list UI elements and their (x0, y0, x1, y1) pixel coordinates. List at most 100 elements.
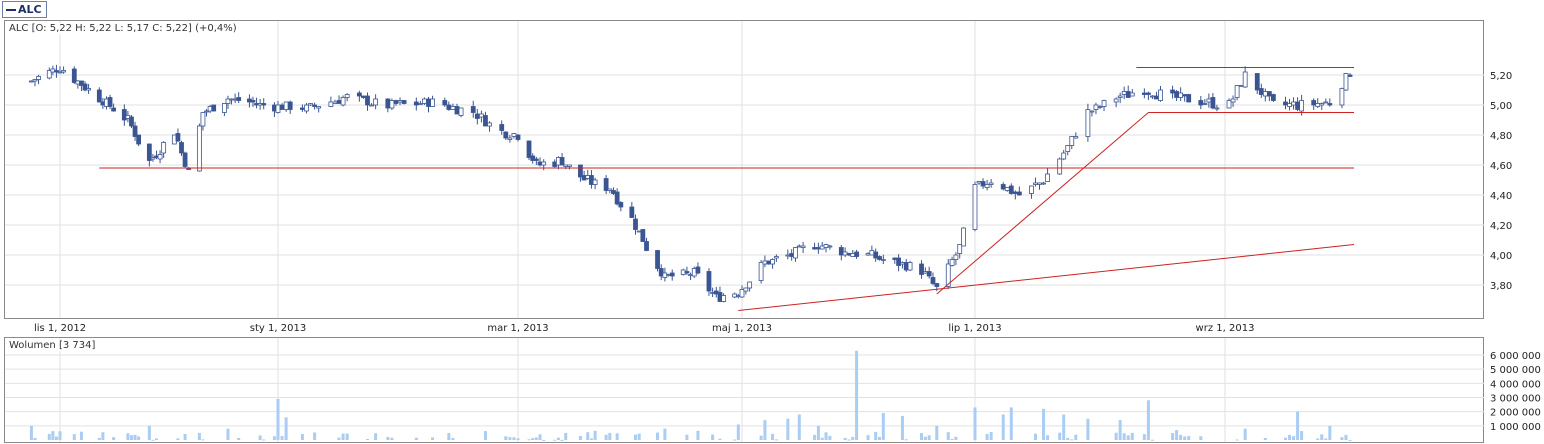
volume-bar (874, 431, 878, 440)
volume-bar (258, 435, 262, 440)
volume-bar (774, 439, 778, 441)
volume-bar (112, 437, 116, 440)
volume-bar (1292, 436, 1296, 440)
volume-bar (1009, 407, 1013, 440)
volume-bar (97, 437, 101, 440)
volume-bar (973, 407, 977, 440)
volume-bar (920, 433, 924, 440)
volume-bar (447, 433, 451, 440)
volume-bar (1344, 434, 1348, 440)
volume-bar (341, 433, 345, 440)
volume-bar (1118, 420, 1122, 440)
volume-bar (508, 437, 512, 440)
volume-bar (1300, 430, 1304, 440)
volume-bar (771, 433, 775, 440)
volume-bar (1175, 430, 1179, 440)
volume-bar (1114, 432, 1118, 440)
volume-bar (29, 425, 33, 440)
volume-y-tick-label: 6 000 000 (1490, 351, 1541, 362)
volume-bar (1199, 436, 1203, 440)
volume-bar (1142, 434, 1146, 440)
volume-bar (542, 439, 546, 441)
volume-bar (954, 436, 958, 440)
volume-bar (556, 437, 560, 440)
volume-bar (608, 432, 612, 440)
volume-bar (578, 435, 582, 440)
volume-bar (504, 436, 508, 440)
volume-bar (345, 433, 349, 440)
volume-bar (586, 432, 590, 440)
volume-bar (1235, 439, 1239, 441)
volume-bar (201, 439, 205, 441)
volume-bar (280, 436, 284, 440)
volume-bar (284, 417, 288, 440)
volume-bar (1001, 414, 1005, 440)
volume-bar (634, 434, 638, 440)
volume-bar (276, 398, 280, 440)
volume-bar (1340, 437, 1344, 440)
volume-bar (262, 439, 266, 441)
volume-bar (1033, 433, 1037, 440)
volume-bar (1243, 428, 1247, 440)
volume-bar (129, 435, 133, 440)
volume-bar (604, 434, 608, 440)
volume-bar (337, 437, 341, 440)
volume-bar (51, 431, 55, 440)
volume-bar (512, 437, 516, 440)
volume-bar (197, 432, 201, 440)
volume-bar (927, 435, 931, 440)
volume-y-tick-label: 5 000 000 (1490, 365, 1541, 376)
volume-chart: 1 000 000 2 000 000 3 000 000 4 000 000 5 00… (5, 338, 1541, 442)
volume-bar (1187, 436, 1191, 440)
volume-bar (946, 432, 950, 440)
volume-bar (985, 433, 989, 440)
volume-bar (183, 433, 187, 440)
volume-bar (855, 350, 859, 440)
volume-bar (820, 437, 824, 440)
volume-bar (58, 431, 62, 440)
volume-bar (1122, 433, 1126, 440)
volume-bar (133, 434, 137, 440)
volume-bar (718, 438, 722, 440)
volume-bar (72, 434, 76, 440)
volume-bar (847, 439, 851, 441)
volume-bar (685, 434, 689, 440)
volume-bar (1324, 438, 1328, 440)
volume-chart-panel[interactable]: 1 000 000 2 000 000 3 000 000 4 000 000 5 00… (4, 337, 1541, 443)
volume-bar (843, 437, 847, 440)
volume-bar (828, 435, 832, 440)
volume-bar (1086, 418, 1090, 440)
volume-bar (1066, 437, 1070, 440)
volume-bar (1070, 439, 1074, 441)
volume-bar (711, 434, 715, 440)
volume-y-tick-label: 3 000 000 (1490, 393, 1541, 404)
volume-bar (736, 424, 740, 440)
volume-bar (534, 437, 538, 440)
volume-bar (154, 438, 158, 440)
volume-bar (451, 437, 455, 440)
volume-bar (237, 437, 241, 440)
volume-bar (126, 433, 130, 440)
volume-bar (696, 430, 700, 440)
volume-bar (431, 437, 435, 440)
volume-bar (816, 425, 820, 440)
volume-bar (1130, 432, 1134, 440)
volume-y-tick-label: 4 000 000 (1490, 379, 1541, 390)
volume-bar (101, 432, 105, 440)
volume-bar (1046, 435, 1050, 440)
volume-bar (989, 432, 993, 440)
volume-bar (878, 436, 882, 440)
volume-bar (1062, 414, 1066, 440)
volume-bar (47, 433, 51, 440)
volume-bar (923, 436, 927, 440)
volume-bar (1288, 434, 1292, 440)
volume-bar (637, 433, 641, 440)
volume-bar (589, 438, 593, 440)
volume-bar (553, 439, 557, 441)
volume-bar (176, 438, 180, 440)
volume-bar (300, 434, 304, 440)
volume-bar (1171, 433, 1175, 440)
volume-bar (1263, 437, 1267, 440)
volume-readout: Wolumen [3 734] (9, 340, 98, 351)
volume-bar (386, 437, 390, 440)
